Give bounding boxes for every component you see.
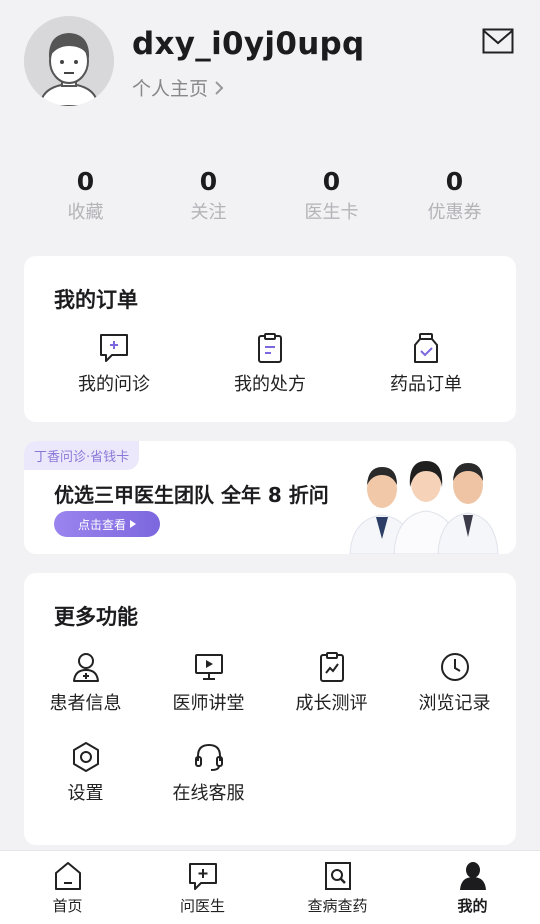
orders-title: 我的订单 <box>54 288 138 312</box>
doctor-lecture-item[interactable]: 医师讲堂 <box>147 651 270 715</box>
tab-ask-doctor[interactable]: 问医生 <box>135 851 270 924</box>
homepage-label: 个人主页 <box>132 78 209 100</box>
prescription-icon <box>258 333 282 363</box>
growth-assessment-item[interactable]: 成长测评 <box>270 651 393 715</box>
stat-label: 医生卡 <box>304 202 359 223</box>
banner-tag: 丁香问诊·省钱卡 <box>24 441 140 470</box>
patient-info-icon <box>72 653 99 682</box>
ask-doctor-icon <box>188 863 217 890</box>
tab-label: 首页 <box>52 897 83 915</box>
item-label: 医师讲堂 <box>172 693 245 714</box>
tab-label: 我的 <box>457 897 488 915</box>
play-triangle-icon <box>130 520 136 528</box>
stat-value: 0 <box>445 167 464 196</box>
tab-search-disease-drug[interactable]: 查病查药 <box>270 851 405 924</box>
stat-doctor-card[interactable]: 0 医生卡 <box>270 168 393 224</box>
item-label: 成长测评 <box>295 693 368 714</box>
online-service-item[interactable]: 在线客服 <box>147 741 270 805</box>
my-consultations-item[interactable]: 我的问诊 <box>54 332 174 396</box>
tab-label: 问医生 <box>179 897 225 915</box>
item-label: 我的问诊 <box>78 374 150 395</box>
banner-title: 优选三甲医生团队 全年 8 折问 <box>54 483 329 507</box>
stat-label: 优惠券 <box>427 202 482 223</box>
functions-grid: 患者信息 医师讲堂 成长测评 浏览记录 设置 在线客服 <box>24 651 516 805</box>
stat-value: 0 <box>199 167 218 196</box>
stat-label: 关注 <box>190 202 227 223</box>
growth-assessment-icon <box>319 652 344 682</box>
stat-value: 0 <box>322 167 341 196</box>
button-label: 点击查看 <box>77 517 126 532</box>
history-clock-icon <box>440 653 469 681</box>
stat-favorites[interactable]: 0 收藏 <box>24 168 147 224</box>
my-prescriptions-item[interactable]: 我的处方 <box>210 332 330 396</box>
personal-homepage-link[interactable]: 个人主页 <box>132 74 224 101</box>
item-label: 我的处方 <box>234 374 306 395</box>
avatar[interactable] <box>24 16 114 106</box>
profile-header: dxy_i0yj0upq 个人主页 <box>24 16 516 108</box>
user-icon <box>459 862 486 890</box>
bottom-tab-bar: 首页 问医生 查病查药 我的 <box>0 850 540 924</box>
patient-info-item[interactable]: 患者信息 <box>24 651 147 715</box>
home-icon <box>54 862 81 890</box>
stat-label: 收藏 <box>67 202 104 223</box>
item-label: 患者信息 <box>49 693 122 714</box>
settings-item[interactable]: 设置 <box>24 741 147 805</box>
medicine-orders-item[interactable]: 药品订单 <box>366 332 486 396</box>
stat-coupons[interactable]: 0 优惠券 <box>393 168 516 224</box>
item-label: 药品订单 <box>390 374 462 395</box>
stat-value: 0 <box>76 167 95 196</box>
default-avatar-icon <box>24 16 114 106</box>
username: dxy_i0yj0upq <box>132 26 365 62</box>
item-label: 浏览记录 <box>418 693 491 714</box>
lecture-icon <box>194 654 223 680</box>
tab-label: 查病查药 <box>307 897 368 915</box>
browsing-history-item[interactable]: 浏览记录 <box>393 651 516 715</box>
orders-row: 我的问诊 我的处方 药品订单 <box>24 332 516 396</box>
tab-home[interactable]: 首页 <box>0 851 135 924</box>
savings-card-banner[interactable]: 丁香问诊·省钱卡 优选三甲医生团队 全年 8 折问 点击查看 <box>24 441 516 554</box>
item-label: 设置 <box>67 783 104 804</box>
medicine-order-icon <box>414 333 438 363</box>
my-orders-card: 我的订单 我的问诊 我的处方 药品订单 <box>24 256 516 422</box>
consultation-icon <box>100 334 128 362</box>
doctors-illustration <box>349 461 499 554</box>
more-title: 更多功能 <box>54 605 138 629</box>
search-document-icon <box>324 862 351 890</box>
view-details-button[interactable]: 点击查看 <box>54 511 160 537</box>
headset-icon <box>194 743 223 771</box>
chevron-right-icon <box>215 80 224 95</box>
item-label: 在线客服 <box>172 783 245 804</box>
tab-mine[interactable]: 我的 <box>405 851 540 924</box>
stats-row: 0 收藏 0 关注 0 医生卡 0 优惠券 <box>24 168 516 224</box>
more-functions-card: 更多功能 患者信息 医师讲堂 成长测评 浏览记录 设置 在线客服 <box>24 573 516 845</box>
settings-hex-icon <box>72 742 99 772</box>
mail-icon[interactable] <box>482 28 514 54</box>
stat-following[interactable]: 0 关注 <box>147 168 270 224</box>
